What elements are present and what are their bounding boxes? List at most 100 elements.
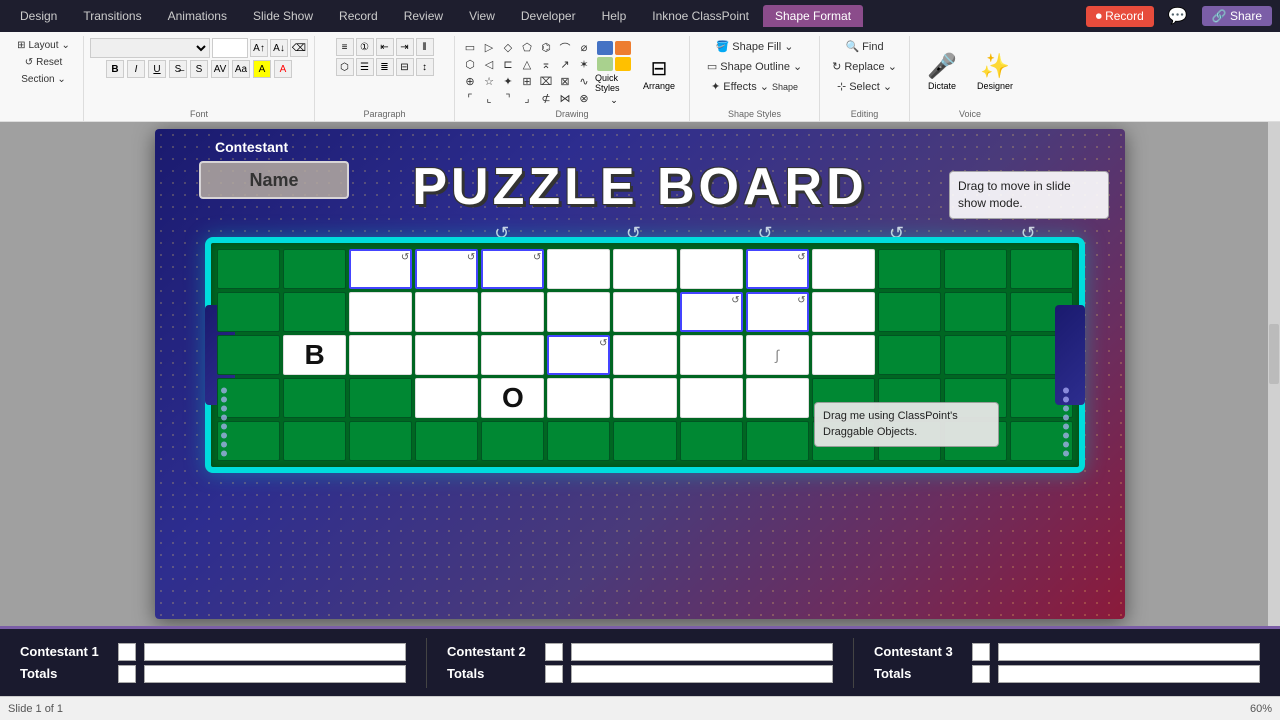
tab-view[interactable]: View — [457, 5, 507, 27]
shape-cell-1[interactable]: ▭ — [461, 40, 479, 56]
highlight-button[interactable]: A — [253, 60, 271, 78]
cell-2-9[interactable]: ↺ — [746, 292, 809, 332]
contestant-2-score-box[interactable] — [545, 643, 563, 661]
shape-cell-24[interactable]: ⌝ — [499, 91, 517, 107]
shape-fill-button[interactable]: 🪣 Shape Fill ⌄ — [710, 38, 800, 55]
shape-cell-8[interactable]: ⬡ — [461, 57, 479, 73]
cell-3-6[interactable]: ↺ — [547, 335, 610, 375]
cell-1-5[interactable]: ↺ — [481, 249, 544, 289]
scrollbar-thumb[interactable] — [1269, 324, 1279, 384]
shape-cell-18[interactable]: ⊞ — [518, 74, 536, 90]
contestant-3-score-box[interactable] — [972, 643, 990, 661]
select-button[interactable]: ⊹ Select ⌄ — [831, 78, 898, 95]
ribbon-toolbar: ⊞ Layout ⌄ ↺ Reset Section ⌄ 36 A↑ A↓ ⌫ — [0, 32, 1280, 122]
align-center[interactable]: ☰ — [356, 58, 374, 76]
strikethrough-button[interactable]: S̶ — [169, 60, 187, 78]
replace-button[interactable]: ↻ Replace ⌄ — [826, 58, 903, 75]
record-button[interactable]: ⏺ Record — [1086, 6, 1154, 27]
shape-cell-23[interactable]: ⌞ — [480, 91, 498, 107]
align-right[interactable]: ≣ — [376, 58, 394, 76]
shape-cell-13[interactable]: ↗ — [556, 57, 574, 73]
shape-cell-16[interactable]: ☆ — [480, 74, 498, 90]
tab-transitions[interactable]: Transitions — [71, 5, 153, 27]
shape-cell-17[interactable]: ✦ — [499, 74, 517, 90]
decrease-indent[interactable]: ⇤ — [376, 38, 394, 56]
cell-1-3[interactable]: ↺ — [349, 249, 412, 289]
shape-cell-12[interactable]: ⌅ — [537, 57, 555, 73]
quick-styles-button[interactable]: Quick Styles ⌄ — [595, 38, 633, 108]
shape-cell-14[interactable]: ✶ — [575, 57, 593, 73]
shape-cell-21[interactable]: ∿ — [575, 74, 593, 90]
tab-shape-format[interactable]: Shape Format — [763, 5, 863, 27]
vertical-scrollbar[interactable] — [1268, 122, 1280, 626]
tab-developer[interactable]: Developer — [509, 5, 588, 27]
clear-formatting-button[interactable]: ⌫ — [290, 39, 308, 57]
qs-cell-2 — [615, 41, 631, 55]
columns-button[interactable]: ⫴ — [416, 38, 434, 56]
tab-design[interactable]: Design — [8, 5, 69, 27]
shape-outline-button[interactable]: ▭ Shape Outline ⌄ — [701, 58, 808, 75]
tab-slideshow[interactable]: Slide Show — [241, 5, 325, 27]
change-case-button[interactable]: Aa — [232, 60, 250, 78]
shape-cell-10[interactable]: ⊏ — [499, 57, 517, 73]
bold-button[interactable]: B — [106, 60, 124, 78]
shape-outline-icon: ▭ — [707, 60, 717, 73]
section-button[interactable]: Section ⌄ — [17, 72, 70, 87]
shape-cell-9[interactable]: ◁ — [480, 57, 498, 73]
font-family-select[interactable] — [90, 38, 210, 58]
numbering-button[interactable]: ① — [356, 38, 374, 56]
cell-2-8[interactable]: ↺ — [680, 292, 743, 332]
cell-5-3 — [349, 421, 412, 461]
shape-cell-20[interactable]: ⊠ — [556, 74, 574, 90]
tab-classpoint[interactable]: Inknoe ClassPoint — [640, 5, 761, 27]
share-button[interactable]: 🔗 Share — [1202, 6, 1272, 26]
underline-button[interactable]: U — [148, 60, 166, 78]
tab-record[interactable]: Record — [327, 5, 390, 27]
shape-cell-19[interactable]: ⌧ — [537, 74, 555, 90]
designer-button[interactable]: ✨ Designer — [969, 50, 1021, 93]
font-color-button[interactable]: A — [274, 60, 292, 78]
font-size-increase[interactable]: A↑ — [250, 39, 268, 57]
layout-button[interactable]: ⊞ Layout ⌄ — [13, 38, 74, 53]
shape-cell-2[interactable]: ▷ — [480, 40, 498, 56]
cell-1-4[interactable]: ↺ — [415, 249, 478, 289]
shape-cell-7[interactable]: ⌀ — [575, 40, 593, 56]
slide-area[interactable]: Contestant Name PUZZLE BOARD Drag to mov… — [0, 122, 1280, 626]
tab-review[interactable]: Review — [392, 5, 455, 27]
arrange-button[interactable]: ⊟ Arrange — [635, 54, 683, 93]
shape-cell-6[interactable]: ⌒ — [556, 40, 574, 56]
contestant-1-totals-box[interactable] — [118, 665, 136, 683]
shape-cell-5[interactable]: ⌬ — [537, 40, 555, 56]
rotate-handle-1-3[interactable]: ↺ — [401, 252, 409, 263]
justify[interactable]: ⊟ — [396, 58, 414, 76]
contestant-2-totals-box[interactable] — [545, 665, 563, 683]
font-size-input[interactable]: 36 — [212, 38, 248, 58]
contestant-3-totals-box[interactable] — [972, 665, 990, 683]
italic-button[interactable]: I — [127, 60, 145, 78]
contestant-1-score-box[interactable] — [118, 643, 136, 661]
line-spacing[interactable]: ↕ — [416, 58, 434, 76]
shadow-button[interactable]: S — [190, 60, 208, 78]
align-left[interactable]: ⬡ — [336, 58, 354, 76]
shape-cell-28[interactable]: ⊗ — [575, 91, 593, 107]
char-spacing-button[interactable]: AV — [211, 60, 229, 78]
tab-help[interactable]: Help — [590, 5, 639, 27]
shape-effects-button[interactable]: ✦ Effects ⌄ Shape — [705, 78, 804, 95]
font-size-decrease[interactable]: A↓ — [270, 39, 288, 57]
reset-button[interactable]: ↺ Reset — [21, 55, 67, 70]
increase-indent[interactable]: ⇥ — [396, 38, 414, 56]
dictate-button[interactable]: 🎤 Dictate — [919, 50, 965, 93]
shape-cell-11[interactable]: △ — [518, 57, 536, 73]
shape-cell-25[interactable]: ⌟ — [518, 91, 536, 107]
shape-cell-4[interactable]: ⬠ — [518, 40, 536, 56]
find-button[interactable]: 🔍 Find — [839, 38, 889, 55]
shape-cell-26[interactable]: ⊄ — [537, 91, 555, 107]
shape-cell-22[interactable]: ⌜ — [461, 91, 479, 107]
shape-cell-3[interactable]: ◇ — [499, 40, 517, 56]
tab-animations[interactable]: Animations — [156, 5, 239, 27]
bullets-button[interactable]: ≡ — [336, 38, 354, 56]
shape-cell-15[interactable]: ⊕ — [461, 74, 479, 90]
chat-button[interactable]: 💬 — [1162, 4, 1194, 28]
shape-cell-27[interactable]: ⋈ — [556, 91, 574, 107]
cell-1-9[interactable]: ↺ — [746, 249, 809, 289]
